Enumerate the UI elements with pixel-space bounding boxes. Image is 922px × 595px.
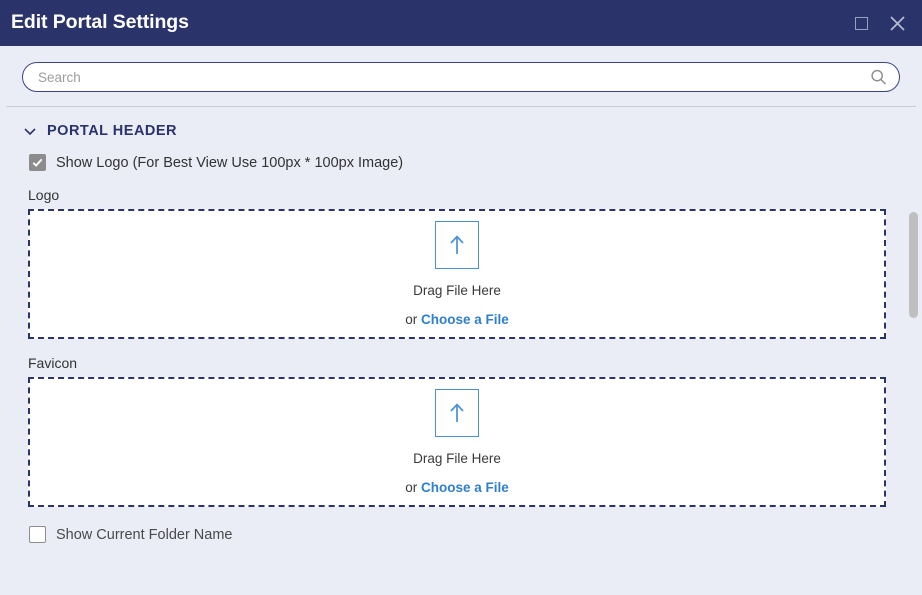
favicon-dropzone[interactable]: Drag File Here or Choose a File: [28, 377, 886, 507]
close-button[interactable]: [886, 12, 908, 34]
favicon-label: Favicon: [28, 355, 78, 371]
content-scrollbar[interactable]: [908, 124, 919, 592]
titlebar-controls: [850, 12, 908, 34]
search-icon[interactable]: [870, 69, 887, 86]
settings-content: PORTAL HEADER Show Logo (For Best View U…: [0, 107, 922, 573]
show-current-folder-checkbox[interactable]: [29, 526, 46, 543]
show-logo-checkbox[interactable]: [29, 154, 46, 171]
scrollbar-thumb[interactable]: [909, 212, 918, 318]
maximize-button[interactable]: [850, 12, 872, 34]
favicon-choose-line: or Choose a File: [405, 480, 509, 495]
show-current-folder-label: Show Current Folder Name: [56, 526, 233, 543]
logo-choose-line: or Choose a File: [405, 312, 509, 327]
search-area: [0, 46, 922, 106]
chevron-down-icon: [24, 128, 36, 136]
logo-upload-box: [435, 221, 479, 269]
dialog-titlebar: Edit Portal Settings: [0, 0, 922, 46]
favicon-or-text: or: [405, 480, 421, 495]
logo-or-text: or: [405, 312, 421, 327]
search-input[interactable]: [22, 62, 900, 92]
logo-label: Logo: [28, 187, 60, 203]
logo-dropzone[interactable]: Drag File Here or Choose a File: [28, 209, 886, 339]
show-logo-row[interactable]: Show Logo (For Best View Use 100px * 100…: [29, 154, 900, 171]
favicon-drag-text: Drag File Here: [413, 451, 501, 466]
maximize-icon: [854, 16, 868, 30]
favicon-choose-file-link[interactable]: Choose a File: [421, 480, 509, 495]
show-logo-label: Show Logo (For Best View Use 100px * 100…: [56, 154, 404, 171]
section-portal-header[interactable]: PORTAL HEADER: [22, 107, 900, 139]
favicon-upload-box: [435, 389, 479, 437]
edit-portal-settings-dialog: Edit Portal Settings Search PORTAL HEADE…: [0, 0, 922, 595]
close-icon: [889, 15, 905, 31]
show-current-folder-row[interactable]: Show Current Folder Name: [29, 526, 900, 543]
upload-arrow-icon: [450, 403, 464, 422]
dialog-title: Edit Portal Settings: [11, 11, 189, 34]
logo-choose-file-link[interactable]: Choose a File: [421, 312, 509, 327]
checkmark-icon: [32, 158, 43, 167]
search-wrapper: [22, 62, 900, 92]
section-title: PORTAL HEADER: [47, 123, 178, 139]
logo-drag-text: Drag File Here: [413, 283, 501, 298]
upload-arrow-icon: [450, 235, 464, 254]
